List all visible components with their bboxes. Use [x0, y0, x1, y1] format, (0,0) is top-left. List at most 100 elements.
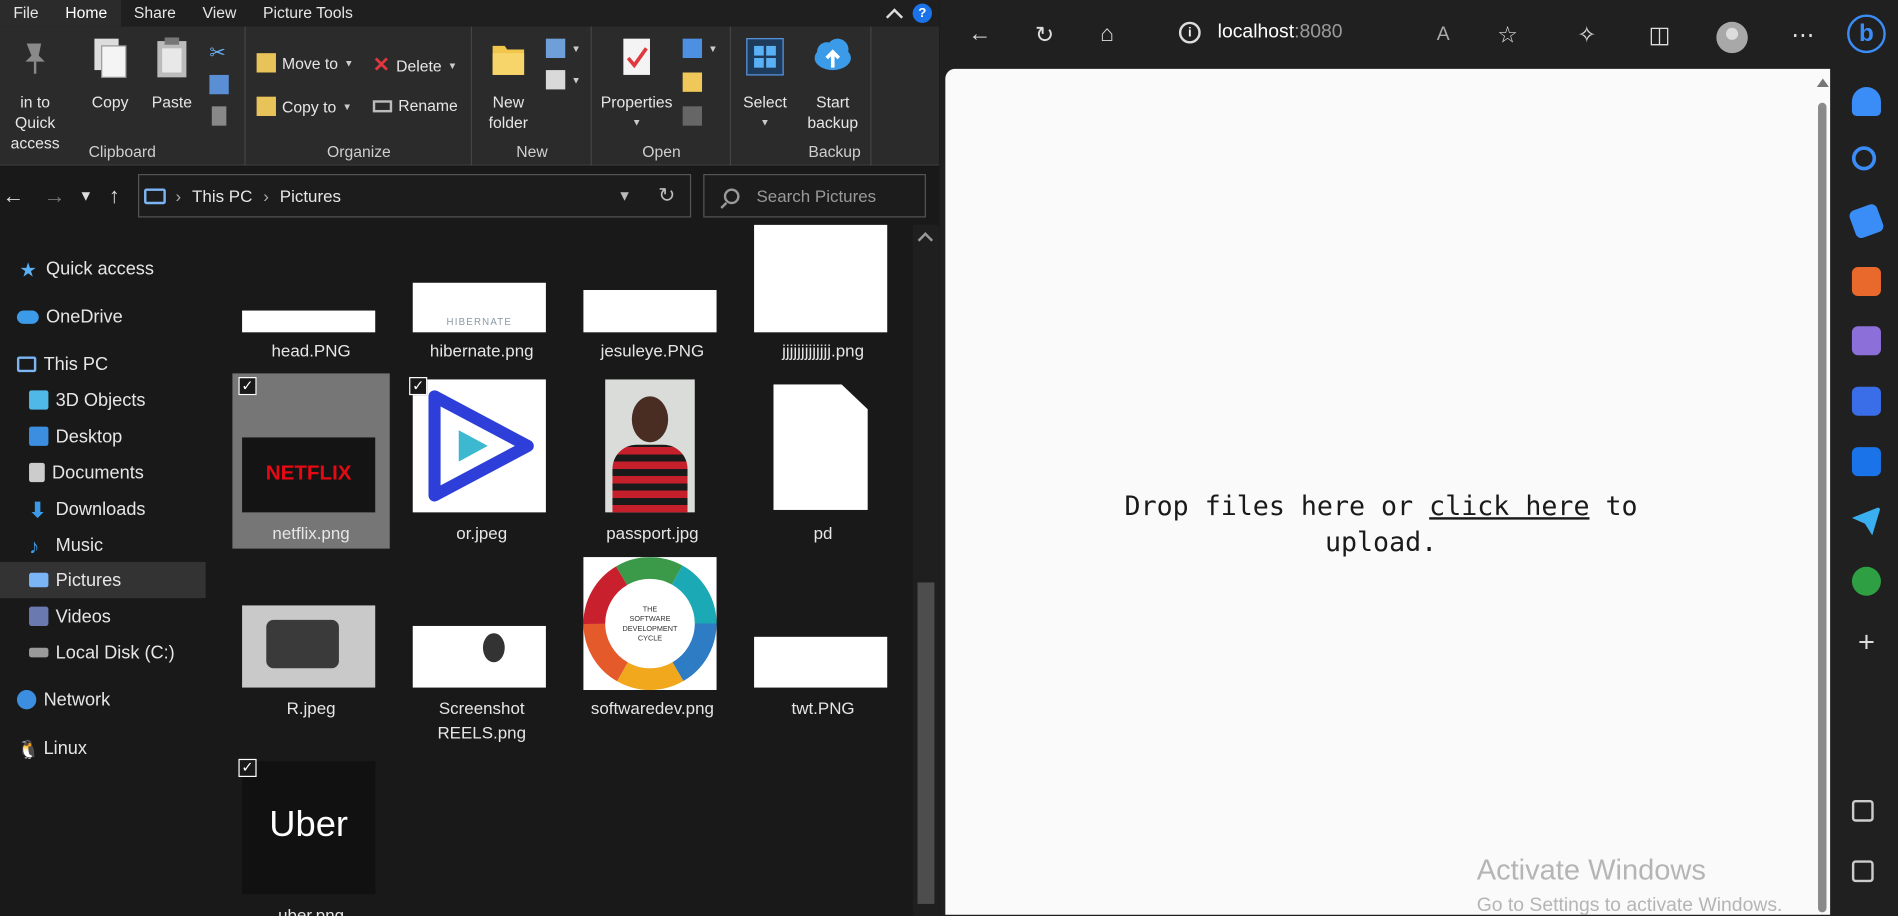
checkbox[interactable]: ✓: [238, 377, 257, 396]
copy-path-button[interactable]: [209, 74, 229, 95]
open-button[interactable]: ▼: [682, 38, 718, 59]
bell-icon[interactable]: [1851, 87, 1881, 117]
tab-share[interactable]: Share: [121, 0, 190, 27]
url-host: localhost: [1217, 21, 1295, 43]
file-tile[interactable]: twt.PNG: [744, 553, 901, 746]
breadcrumb-this-pc[interactable]: This PC: [192, 186, 252, 205]
file-tile[interactable]: Uber ✓ uber.png: [232, 753, 389, 916]
nav-network[interactable]: Network: [0, 682, 206, 718]
send-icon[interactable]: [1851, 506, 1881, 536]
file-tile[interactable]: Screenshot REELS.png: [403, 553, 560, 746]
file-tile[interactable]: passport.jpg: [574, 373, 731, 548]
nav-pictures[interactable]: Pictures: [0, 561, 206, 599]
breadcrumb-pictures[interactable]: Pictures: [280, 186, 341, 205]
search-box[interactable]: Search Pictures: [703, 174, 926, 218]
shopping-tag-icon[interactable]: [1847, 202, 1886, 240]
scroll-up-icon[interactable]: [1816, 78, 1829, 88]
external-link-icon[interactable]: [1851, 860, 1874, 883]
nav-music[interactable]: ♪ Music: [0, 527, 206, 563]
scroll-up-icon[interactable]: [917, 232, 934, 248]
home-icon[interactable]: ⌂: [1100, 22, 1114, 49]
easy-access-button[interactable]: ▼: [545, 70, 581, 90]
add-icon[interactable]: +: [1852, 628, 1881, 657]
new-folder-button[interactable]: New folder: [478, 34, 539, 133]
more-menu-icon[interactable]: ⋯: [1791, 22, 1814, 50]
recent-locations-icon[interactable]: ▼: [79, 187, 93, 204]
move-to-button[interactable]: Move to ▼: [256, 53, 354, 73]
forward-icon[interactable]: →: [44, 184, 66, 209]
pin-quick-access-button[interactable]: in to Quick access: [0, 34, 70, 154]
nav-downloads[interactable]: ⬇ Downloads: [0, 491, 206, 527]
copy-to-button[interactable]: Copy to ▼: [256, 96, 352, 117]
checkbox[interactable]: ✓: [238, 758, 257, 778]
extensions-icon[interactable]: ✧: [1577, 22, 1596, 50]
nav-linux[interactable]: 🐧 Linux: [0, 730, 206, 766]
outlook-icon[interactable]: [1851, 447, 1881, 477]
tree-icon[interactable]: [1851, 566, 1881, 596]
nav-this-pc[interactable]: This PC: [0, 346, 206, 382]
nav-local-disk[interactable]: Local Disk (C:): [0, 634, 206, 670]
file-tile[interactable]: head.PNG: [232, 225, 389, 368]
back-icon[interactable]: ←: [2, 184, 24, 209]
rename-button[interactable]: Rename: [372, 97, 458, 115]
tab-file[interactable]: File: [0, 0, 52, 27]
edit-button[interactable]: [682, 72, 703, 92]
nav-desktop[interactable]: Desktop: [0, 418, 206, 454]
file-tile-selected[interactable]: NETFLIX ✓ netflix.png: [232, 373, 390, 549]
nav-onedrive[interactable]: OneDrive: [0, 298, 206, 334]
microsoft-365-icon[interactable]: [1851, 386, 1881, 416]
file-tile[interactable]: jesuleye.PNG: [574, 225, 731, 368]
history-button[interactable]: [682, 106, 703, 126]
file-tile[interactable]: ✓ or.jpeg: [403, 373, 560, 548]
nav-quick-access[interactable]: ★ Quick access: [0, 250, 206, 286]
tab-home[interactable]: Home: [51, 0, 121, 27]
tab-picture-tools[interactable]: Picture Tools: [250, 0, 366, 27]
select-button[interactable]: Select ▼: [737, 34, 793, 133]
refresh-icon[interactable]: ↻: [658, 184, 675, 208]
paste-shortcut-button[interactable]: [211, 106, 227, 126]
start-backup-button[interactable]: Start backup: [799, 34, 867, 133]
nav-3d-objects[interactable]: 3D Objects: [0, 382, 206, 418]
upload-link[interactable]: click here: [1429, 492, 1589, 522]
help-icon[interactable]: ?: [912, 3, 933, 23]
read-aloud-icon[interactable]: A: [1437, 24, 1450, 46]
address-bar[interactable]: › This PC › Pictures ▼ ↻: [137, 174, 692, 218]
search-icon[interactable]: [1851, 146, 1877, 171]
file-tile[interactable]: HIBERNATE hibernate.png: [403, 225, 560, 368]
cut-button[interactable]: ✂: [209, 41, 225, 65]
page-scrollbar-thumb[interactable]: [1818, 102, 1827, 913]
tab-view[interactable]: View: [189, 0, 249, 27]
blank-file-icon: [773, 384, 868, 510]
refresh-icon[interactable]: ↻: [1035, 22, 1054, 50]
up-icon[interactable]: ↑: [109, 184, 120, 209]
file-grid-scrollbar[interactable]: [912, 224, 940, 916]
paste-button[interactable]: Paste: [145, 34, 198, 113]
nav-videos[interactable]: Videos: [0, 598, 206, 634]
file-tile[interactable]: R.jpeg: [232, 553, 389, 746]
checkbox[interactable]: ✓: [409, 377, 428, 396]
file-tile[interactable]: jjjjjjjjjjjjj.png: [744, 224, 901, 368]
scrollbar-thumb[interactable]: [917, 582, 935, 904]
page-scrollbar[interactable]: [1814, 69, 1830, 915]
url-bar[interactable]: i localhost:8080: [1178, 21, 1343, 44]
tools-icon[interactable]: [1851, 267, 1881, 297]
profile-avatar[interactable]: [1716, 21, 1748, 54]
sidebar-layout-icon[interactable]: [1851, 799, 1874, 822]
delete-x-icon: ✕: [372, 53, 391, 77]
site-info-icon[interactable]: i: [1178, 21, 1201, 44]
address-dropdown-icon[interactable]: ▼: [617, 187, 631, 204]
split-screen-icon[interactable]: ◫: [1649, 22, 1671, 50]
file-tile[interactable]: THE SOFTWARE DEVELOPMENT CYCLE softwared…: [574, 553, 731, 746]
favorite-star-icon[interactable]: ☆: [1497, 22, 1518, 50]
new-item-button[interactable]: ▼: [545, 38, 581, 59]
collapse-ribbon-icon[interactable]: [885, 7, 904, 25]
bing-copilot-icon[interactable]: b: [1847, 14, 1886, 54]
properties-button[interactable]: Properties ▼: [598, 34, 675, 133]
games-icon[interactable]: [1851, 326, 1881, 356]
dropzone[interactable]: Drop files here or click here to upload.: [1091, 489, 1672, 562]
file-tile[interactable]: pd: [744, 373, 901, 548]
nav-documents[interactable]: Documents: [0, 454, 206, 490]
delete-button[interactable]: ✕ Delete ▼: [373, 53, 457, 77]
copy-button[interactable]: Copy: [82, 34, 138, 113]
back-icon[interactable]: ←: [968, 22, 991, 49]
